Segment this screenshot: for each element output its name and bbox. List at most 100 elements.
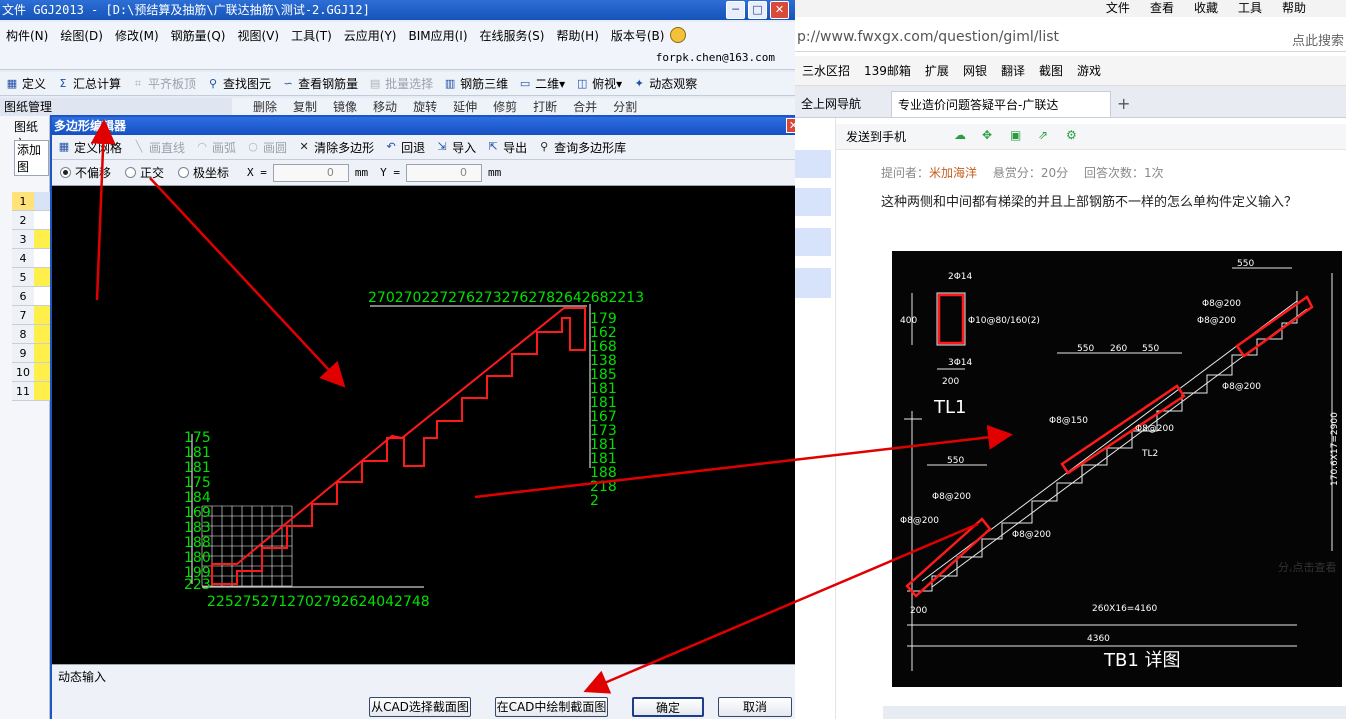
view-rebar-button[interactable]: ∽ 查看钢筋量 xyxy=(276,75,363,92)
dynamic-view-button[interactable]: ✦ 动态观察 xyxy=(627,75,702,92)
drawing-canvas[interactable]: 2702702272762732762782642682213 22527527… xyxy=(52,186,803,664)
menu-modify[interactable]: 修改(M) xyxy=(109,27,165,44)
2d-dropdown[interactable]: ▭ 二维 ▾ xyxy=(513,75,570,92)
orthogonal-radio[interactable] xyxy=(125,167,137,178)
dynamic-input-label[interactable]: 动态输入 xyxy=(58,668,106,685)
table-cell[interactable] xyxy=(34,363,50,382)
browser-menu-tools[interactable]: 工具 xyxy=(1228,0,1272,17)
delete-tool[interactable]: 删除 xyxy=(245,98,285,116)
align-slab-top-button[interactable]: ⌗ 平齐板顶 xyxy=(126,75,201,92)
bookmark-sanshui[interactable]: 三水区招 xyxy=(795,62,857,79)
import-button[interactable]: ⇲ 导入 xyxy=(430,139,481,156)
new-tab-icon[interactable]: + xyxy=(1117,94,1130,113)
copy-tool[interactable]: 复制 xyxy=(285,98,325,116)
row-number[interactable]: 11 xyxy=(12,382,34,401)
table-cell[interactable] xyxy=(34,268,50,287)
table-cell[interactable] xyxy=(34,382,50,401)
table-cell[interactable] xyxy=(34,325,50,344)
x-input[interactable]: 0 xyxy=(272,163,349,182)
sidebar-item[interactable] xyxy=(795,228,831,256)
view-more-snippet[interactable]: 分,点击查看 xyxy=(1278,562,1346,574)
bookmark-extensions[interactable]: 扩展 xyxy=(918,62,956,79)
menu-view[interactable]: 视图(V) xyxy=(231,27,285,44)
menu-tools[interactable]: 工具(T) xyxy=(285,27,338,44)
add-drawing-button[interactable]: 添加图 xyxy=(14,140,49,176)
share-icon[interactable]: ⇗ xyxy=(1038,128,1048,142)
table-cell[interactable] xyxy=(34,344,50,363)
gear-icon[interactable]: ⚙ xyxy=(1066,128,1077,142)
bookmark-netbank[interactable]: 网银 xyxy=(956,62,994,79)
browser-menu-view[interactable]: 查看 xyxy=(1140,0,1184,17)
bookmark-139mail[interactable]: 139邮箱 xyxy=(857,62,918,79)
menu-draw[interactable]: 绘图(D) xyxy=(54,27,109,44)
split-tool[interactable]: 分割 xyxy=(605,98,645,116)
clear-polygon-button[interactable]: ✕ 清除多边形 xyxy=(292,139,379,156)
move-tool[interactable]: 移动 xyxy=(365,98,405,116)
define-button[interactable]: ▦ 定义 xyxy=(0,75,51,92)
merge-tool[interactable]: 合并 xyxy=(565,98,605,116)
cad-detail-image[interactable]: 2Φ14 3Φ14 Φ10@80/160(2) 200 400 550 550 … xyxy=(892,251,1342,687)
break-tool[interactable]: 打断 xyxy=(525,98,565,116)
url-input[interactable]: p://www.fwxgx.com/question/giml/list xyxy=(797,29,1059,45)
row-number[interactable]: 6 xyxy=(12,287,34,306)
sidebar-item[interactable] xyxy=(795,188,831,216)
asker-link[interactable]: 米加海洋 xyxy=(929,166,977,180)
browser-menu-favorites[interactable]: 收藏 xyxy=(1184,0,1228,17)
no-offset-radio[interactable] xyxy=(60,167,71,178)
rebar-3d-button[interactable]: ▥ 钢筋三维 xyxy=(438,75,513,92)
menu-version[interactable]: 版本号(B) xyxy=(605,27,671,44)
mascot-icon[interactable] xyxy=(670,27,687,43)
row-number[interactable]: 7 xyxy=(12,306,34,325)
draw-circle-button[interactable]: ○ 画圆 xyxy=(241,139,292,156)
find-element-button[interactable]: ⚲ 查找图元 xyxy=(201,75,276,92)
browser-menu-help[interactable]: 帮助 xyxy=(1272,0,1316,17)
row-number[interactable]: 3 xyxy=(12,230,34,249)
draw-in-cad-button[interactable]: 在CAD中绘制截面图 xyxy=(495,697,608,717)
row-number[interactable]: 4 xyxy=(12,249,34,268)
menu-help[interactable]: 帮助(H) xyxy=(550,27,604,44)
draw-line-button[interactable]: ╲ 画直线 xyxy=(127,139,190,156)
row-number[interactable]: 2 xyxy=(12,211,34,230)
bookmark-games[interactable]: 游戏 xyxy=(1070,62,1108,79)
mirror-tool[interactable]: 镜像 xyxy=(325,98,365,116)
minimize-button[interactable]: ─ xyxy=(726,1,745,19)
summary-calc-button[interactable]: Σ 汇总计算 xyxy=(51,75,126,92)
expand-icon[interactable]: ✥ xyxy=(982,128,992,142)
batch-select-button[interactable]: ▤ 批量选择 xyxy=(363,75,438,92)
sidebar-item[interactable] xyxy=(795,150,831,178)
bookmark-translate[interactable]: 翻译 xyxy=(994,62,1032,79)
table-cell[interactable] xyxy=(34,249,50,268)
bookmark-screenshot[interactable]: 截图 xyxy=(1032,62,1070,79)
browser-menu-file[interactable]: 文件 xyxy=(1096,0,1140,17)
maximize-button[interactable]: □ xyxy=(748,1,767,19)
row-number[interactable]: 8 xyxy=(12,325,34,344)
search-input[interactable]: 点此搜索 xyxy=(1292,30,1344,49)
polar-radio[interactable] xyxy=(178,167,190,178)
cloud-icon[interactable]: ☁ xyxy=(954,128,966,142)
tab-navigation[interactable]: 全上网导航 xyxy=(795,91,885,117)
menu-component[interactable]: 构件(N) xyxy=(0,27,54,44)
tab-glodon-qa[interactable]: 专业造价问题答疑平台-广联达 xyxy=(891,91,1111,117)
row-number[interactable]: 5 xyxy=(12,268,34,287)
table-cell[interactable] xyxy=(34,192,50,211)
menu-cloud[interactable]: 云应用(Y) xyxy=(338,27,403,44)
menu-bim[interactable]: BIM应用(I) xyxy=(402,27,473,44)
select-from-cad-button[interactable]: 从CAD选择截面图 xyxy=(369,697,471,717)
query-library-button[interactable]: ⚲ 查询多边形库 xyxy=(532,139,631,156)
send-to-phone-button[interactable]: 发送到手机 xyxy=(846,128,906,145)
table-cell[interactable] xyxy=(34,230,50,249)
table-cell[interactable] xyxy=(34,211,50,230)
draw-arc-button[interactable]: ◠ 画弧 xyxy=(190,139,241,156)
menu-online[interactable]: 在线服务(S) xyxy=(474,27,551,44)
trim-tool[interactable]: 修剪 xyxy=(485,98,525,116)
y-input[interactable]: 0 xyxy=(406,163,483,182)
ok-button[interactable]: 确定 xyxy=(632,697,704,717)
menu-rebar[interactable]: 钢筋量(Q) xyxy=(165,27,232,44)
extend-tool[interactable]: 延伸 xyxy=(445,98,485,116)
top-view-dropdown[interactable]: ◫ 俯视 ▾ xyxy=(570,75,627,92)
row-number[interactable]: 10 xyxy=(12,363,34,382)
cancel-button[interactable]: 取消 xyxy=(718,697,792,717)
export-button[interactable]: ⇱ 导出 xyxy=(481,139,532,156)
undo-button[interactable]: ↶ 回退 xyxy=(379,139,430,156)
save-icon[interactable]: ▣ xyxy=(1010,128,1021,142)
